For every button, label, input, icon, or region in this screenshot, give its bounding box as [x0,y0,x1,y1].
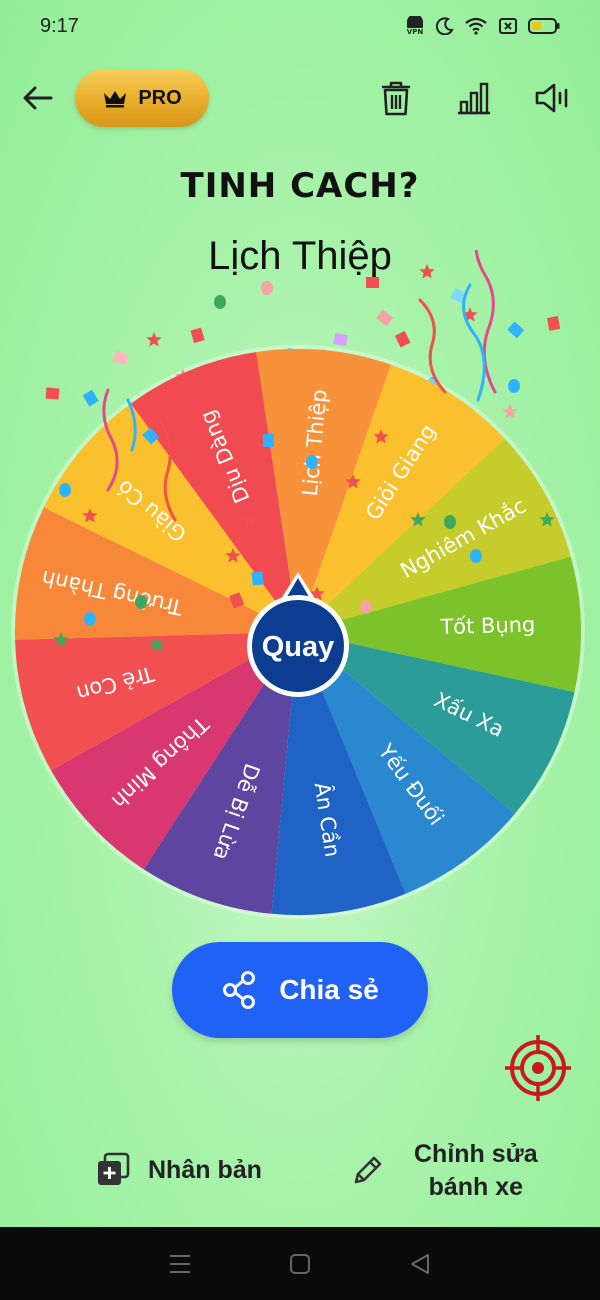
share-icon [223,971,256,1009]
edit-wheel-label-line2: bánh xe [428,1173,524,1201]
edit-wheel-label-line1: Chỉnh sửa [414,1140,538,1168]
nav-back-button[interactable] [400,1244,440,1284]
sim-x-icon [499,18,517,34]
back-triangle-icon [411,1253,429,1274]
stats-button[interactable] [454,78,494,118]
confetti-piece [262,433,275,448]
pencil-icon [354,1156,382,1184]
trash-icon [382,81,410,116]
confetti-piece [333,333,348,347]
confetti-piece [214,295,226,309]
arrow-left-icon [23,86,53,110]
share-label: Chia sẻ [279,974,379,1005]
confetti-piece [376,309,394,327]
duplicate-label: Nhân bản [148,1155,262,1184]
vpn-key-icon: VPN [407,16,424,36]
confetti-piece [470,549,482,563]
confetti-piece [146,332,162,347]
confetti-piece [306,455,318,469]
confetti-piece [508,379,520,393]
wheel-title: TINH CACH? [180,166,420,206]
confetti-piece [444,515,456,529]
share-button[interactable]: Chia sẻ [172,942,428,1038]
vpn-label: VPN [407,28,424,36]
home-square-icon [290,1253,310,1274]
pro-button[interactable]: PRO [75,69,209,127]
confetti-piece [135,595,147,609]
status-bar: 9:17 VPN [0,0,600,52]
crown-icon [104,91,127,108]
bar-chart-icon [458,82,490,115]
confetti-piece [84,612,96,626]
confetti-piece [366,277,379,288]
spin-button-label: Quay [262,631,335,663]
status-time: 9:17 [40,14,79,37]
confetti-piece [419,264,435,279]
confetti-streamer [462,283,486,402]
back-button[interactable] [20,80,56,116]
sound-button[interactable] [533,78,573,118]
nav-home-button[interactable] [280,1244,320,1284]
confetti-piece [112,350,129,366]
target-button[interactable] [503,1033,573,1103]
edit-wheel-button[interactable]: Chỉnh sửa bánh xe [350,1138,538,1204]
top-bar: PRO [0,66,600,130]
delete-button[interactable] [376,78,416,118]
menu-icon [170,1254,190,1273]
confetti-piece [45,387,60,400]
spin-wheel[interactable]: Lịch Thiệp Giỏi GiangNghiêm KhắcTốt BụngX… [0,250,600,950]
confetti-piece [261,281,273,295]
confetti-piece [360,600,372,614]
moon-icon [436,17,454,35]
confetti-piece [507,321,525,339]
confetti-piece [394,330,411,348]
pro-label: PRO [138,86,182,109]
confetti-piece [190,327,205,344]
target-icon [505,1035,571,1101]
confetti-piece [546,315,561,331]
duplicate-button[interactable]: Nhân bản [96,1145,262,1195]
battery-icon [528,18,560,34]
wifi-icon [465,17,487,35]
wheel-segment-label: Tốt Bụng [439,612,536,639]
confetti-piece [82,389,99,407]
speaker-icon [535,83,568,113]
confetti-piece [59,483,71,497]
nav-menu-button[interactable] [160,1244,200,1284]
confetti-piece [251,571,264,586]
edit-wheel-label: Chỉnh sửa bánh xe [414,1138,538,1204]
duplicate-icon [98,1152,130,1185]
system-nav-bar [0,1227,600,1300]
status-icons: VPN [404,16,560,36]
confetti-piece [502,404,518,419]
